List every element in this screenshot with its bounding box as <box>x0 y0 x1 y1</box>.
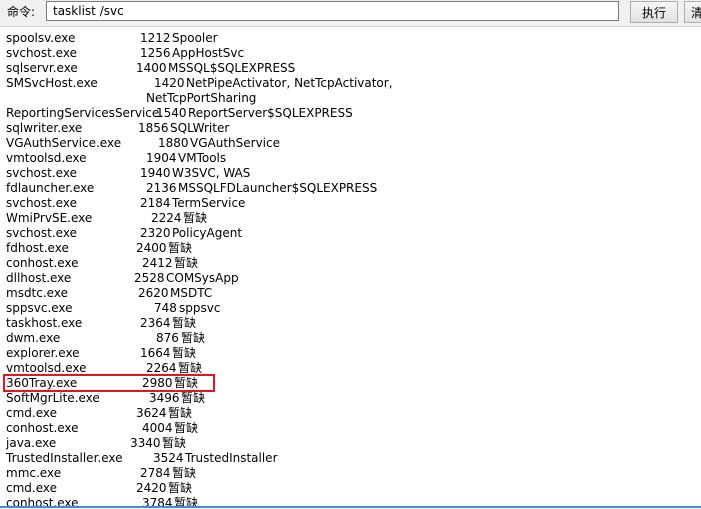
process-pid: 1664 <box>140 346 171 360</box>
process-pid: 1400 <box>136 61 167 75</box>
process-pid: 2784 <box>140 466 171 480</box>
process-name: ReportingServicesService. <box>6 106 164 120</box>
process-name: svchost.exe <box>6 196 77 210</box>
process-pid: 2136 <box>146 181 177 195</box>
process-name: java.exe <box>6 436 57 450</box>
process-pid: 1856 <box>138 121 169 135</box>
process-pid: 4004 <box>142 421 173 435</box>
process-services: 暂缺 <box>172 316 197 330</box>
process-name: conhost.exe <box>6 256 79 270</box>
process-services: VGAuthService <box>190 136 280 150</box>
process-services: 暂缺 <box>168 241 193 255</box>
process-name: svchost.exe <box>6 226 77 240</box>
accent-line <box>0 506 701 508</box>
process-name: SMSvcHost.exe <box>6 76 98 90</box>
process-name: cmd.exe <box>6 481 58 495</box>
process-services: TermService <box>172 196 246 210</box>
process-services: MSSQLFDLauncher$SQLEXPRESS <box>178 181 378 195</box>
process-services: 暂缺 <box>174 256 199 270</box>
command-input[interactable] <box>46 1 619 21</box>
process-name: spoolsv.exe <box>6 31 76 45</box>
process-pid: 2528 <box>134 271 165 285</box>
command-toolbar: 命令: 执行 清 <box>0 0 701 27</box>
process-pid: 3340 <box>130 436 161 450</box>
process-services: 暂缺 <box>181 391 206 405</box>
command-output[interactable]: spoolsv.exe 1212 Spooler svchost.exe 1256 App… <box>0 27 701 506</box>
process-services: 暂缺 <box>174 496 199 506</box>
process-name: explorer.exe <box>6 346 80 360</box>
process-pid: 2400 <box>136 241 167 255</box>
process-name: fdlauncher.exe <box>6 181 95 195</box>
process-name: conhost.exe <box>6 421 79 435</box>
process-pid: 2224 <box>151 211 182 225</box>
process-services: PolicyAgent <box>172 226 243 240</box>
process-services: NetPipeActivator, NetTcpActivator, <box>186 76 393 90</box>
clear-button[interactable]: 清 <box>684 1 701 23</box>
process-pid: 2320 <box>140 226 171 240</box>
process-pid: 1212 <box>140 31 171 45</box>
process-pid: 1940 <box>140 166 171 180</box>
process-name: msdtc.exe <box>6 286 68 300</box>
process-services: MSDTC <box>170 286 213 300</box>
process-pid: 2412 <box>142 256 173 270</box>
process-pid: 1880 <box>158 136 189 150</box>
process-name: sqlwriter.exe <box>6 121 83 135</box>
process-services: 暂缺 <box>174 421 199 435</box>
process-name: mmc.exe <box>6 466 62 480</box>
process-pid: 3496 <box>149 391 180 405</box>
process-services: VMTools <box>178 151 227 165</box>
process-pid: 3524 <box>153 451 184 465</box>
process-services: ReportServer$SQLEXPRESS <box>188 106 353 120</box>
process-name: svchost.exe <box>6 46 77 60</box>
process-name: cmd.exe <box>6 406 58 420</box>
process-services: 暂缺 <box>162 436 187 450</box>
run-button[interactable]: 执行 <box>630 1 678 23</box>
process-services: 暂缺 <box>181 331 206 345</box>
process-services: W3SVC, WAS <box>172 166 251 180</box>
process-pid: 1256 <box>140 46 171 60</box>
process-pid: 1540 <box>156 106 187 120</box>
process-services: 暂缺 <box>172 466 197 480</box>
process-pid: 876 <box>156 331 179 345</box>
process-pid: 2420 <box>136 481 167 495</box>
process-pid: 2620 <box>138 286 169 300</box>
process-services: AppHostSvc <box>172 46 245 60</box>
process-services: 暂缺 <box>183 211 208 225</box>
process-pid: 2184 <box>140 196 171 210</box>
process-services: sppsvc <box>179 301 221 315</box>
process-name: dwm.exe <box>6 331 61 345</box>
process-name: svchost.exe <box>6 166 77 180</box>
process-services: 暂缺 <box>168 481 193 495</box>
process-name: taskhost.exe <box>6 316 83 330</box>
process-name: VGAuthService.exe <box>6 136 122 150</box>
process-name: SoftMgrLite.exe <box>6 391 100 405</box>
process-name: sppsvc.exe <box>6 301 73 315</box>
process-name: TrustedInstaller.exe <box>6 451 123 465</box>
process-services: SQLWriter <box>170 121 230 135</box>
process-name: vmtoolsd.exe <box>6 151 87 165</box>
command-label: 命令: <box>7 5 36 19</box>
process-pid: 748 <box>154 301 177 315</box>
process-name: dllhost.exe <box>6 271 72 285</box>
process-services: TrustedInstaller <box>185 451 278 465</box>
process-services: Spooler <box>172 31 218 45</box>
process-name: sqlservr.exe <box>6 61 78 75</box>
process-services: NetTcpPortSharing <box>146 91 257 105</box>
process-pid: 1904 <box>146 151 177 165</box>
process-name: WmiPrvSE.exe <box>6 211 93 225</box>
process-services: COMSysApp <box>166 271 239 285</box>
process-services: 暂缺 <box>168 406 193 420</box>
process-services: MSSQL$SQLEXPRESS <box>168 61 296 75</box>
process-pid: 1420 <box>154 76 185 90</box>
process-pid: 3784 <box>142 496 173 506</box>
process-name: fdhost.exe <box>6 241 69 255</box>
process-pid: 2364 <box>140 316 171 330</box>
highlight-box <box>3 374 215 392</box>
process-name: conhost.exe <box>6 496 79 506</box>
process-services: 暂缺 <box>172 346 197 360</box>
process-pid: 3624 <box>136 406 167 420</box>
